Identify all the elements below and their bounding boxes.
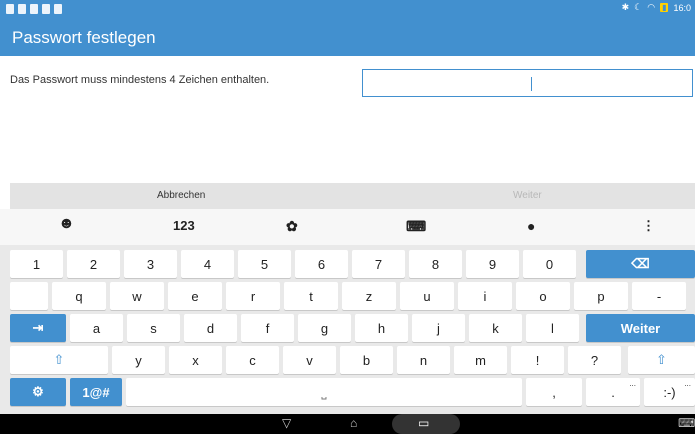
- notification-icon: [6, 4, 14, 14]
- on-screen-keyboard: ☻ 123 ✿ ⌨ ● ⋮ 1234567890qwertzuiop-asdfg…: [0, 209, 695, 414]
- next-button[interactable]: Weiter: [513, 190, 542, 201]
- key-d[interactable]: d: [184, 314, 237, 342]
- phone-icon: [42, 4, 50, 14]
- keyboard-toolbar: ☻ 123 ✿ ⌨ ● ⋮: [0, 209, 695, 245]
- status-icons-right: ✱ ☾ ◠ ▮ 16:0: [622, 2, 691, 13]
- key-4[interactable]: 4: [181, 250, 234, 278]
- bluetooth-icon: ✱: [621, 2, 630, 12]
- sd-card-icon: [54, 4, 62, 14]
- smiley-label: :-): [663, 384, 676, 400]
- action-bar: Abbrechen Weiter: [10, 183, 695, 209]
- password-input[interactable]: [362, 69, 693, 97]
- key-p[interactable]: p: [574, 282, 628, 310]
- key-dash[interactable]: -: [632, 282, 686, 310]
- key-i[interactable]: i: [458, 282, 512, 310]
- key-2[interactable]: 2: [67, 250, 120, 278]
- microphone-icon[interactable]: ●: [527, 218, 535, 234]
- key-b[interactable]: b: [340, 346, 393, 374]
- tab-key[interactable]: ⇥: [10, 314, 66, 342]
- battery-icon: ▮: [660, 3, 669, 12]
- settings-key[interactable]: ⚙: [10, 378, 66, 406]
- key-0[interactable]: 0: [523, 250, 576, 278]
- blank-key[interactable]: [10, 282, 48, 310]
- status-icons-left: [6, 4, 62, 14]
- back-button[interactable]: ▽: [282, 416, 291, 430]
- period-key[interactable]: . ...: [586, 378, 640, 406]
- title-bar: Passwort festlegen: [0, 19, 695, 56]
- palette-icon[interactable]: ✿: [286, 218, 298, 235]
- key-9[interactable]: 9: [466, 250, 519, 278]
- key-exclamation[interactable]: !: [511, 346, 564, 374]
- key-c[interactable]: c: [226, 346, 279, 374]
- status-bar: ✱ ☾ ◠ ▮ 16:0: [0, 0, 695, 19]
- key-5[interactable]: 5: [238, 250, 291, 278]
- key-r[interactable]: r: [226, 282, 280, 310]
- key-w[interactable]: w: [110, 282, 164, 310]
- symbols-key[interactable]: 1@#: [70, 378, 122, 406]
- key-n[interactable]: n: [397, 346, 450, 374]
- notification-icon: [30, 4, 38, 14]
- status-time: 16:0: [673, 2, 691, 13]
- key-v[interactable]: v: [283, 346, 336, 374]
- key-j[interactable]: j: [412, 314, 465, 342]
- key-1[interactable]: 1: [10, 250, 63, 278]
- key-x[interactable]: x: [169, 346, 222, 374]
- key-6[interactable]: 6: [295, 250, 348, 278]
- navigation-bar: ▽ ⌂ ▭ ⌨: [0, 414, 695, 434]
- moon-icon: ☾: [634, 2, 643, 12]
- key-o[interactable]: o: [516, 282, 570, 310]
- key-z[interactable]: z: [342, 282, 396, 310]
- more-options-icon[interactable]: ⋮: [642, 218, 655, 234]
- comma-key[interactable]: ,: [526, 378, 582, 406]
- notification-icon: [18, 4, 26, 14]
- key-l[interactable]: l: [526, 314, 579, 342]
- key-y[interactable]: y: [112, 346, 165, 374]
- key-a[interactable]: a: [70, 314, 123, 342]
- period-hint: ...: [629, 379, 636, 388]
- key-s[interactable]: s: [127, 314, 180, 342]
- key-h[interactable]: h: [355, 314, 408, 342]
- enter-key[interactable]: Weiter: [586, 314, 695, 342]
- smiley-key[interactable]: :-) ...: [644, 378, 695, 406]
- period-label: .: [611, 384, 615, 400]
- shift-key-right[interactable]: ⇧: [628, 346, 695, 374]
- text-caret: [531, 77, 532, 91]
- key-q[interactable]: q: [52, 282, 106, 310]
- page-title: Passwort festlegen: [12, 28, 156, 47]
- recents-button[interactable]: ▭: [418, 416, 429, 430]
- key-g[interactable]: g: [298, 314, 351, 342]
- key-t[interactable]: t: [284, 282, 338, 310]
- shift-key-left[interactable]: ⇧: [10, 346, 108, 374]
- instruction-text: Das Passwort muss mindestens 4 Zeichen e…: [10, 74, 270, 86]
- key-question[interactable]: ?: [568, 346, 621, 374]
- key-m[interactable]: m: [454, 346, 507, 374]
- key-7[interactable]: 7: [352, 250, 405, 278]
- space-key[interactable]: ⎵: [126, 378, 522, 406]
- numbers-button[interactable]: 123: [173, 218, 195, 233]
- key-f[interactable]: f: [241, 314, 294, 342]
- cancel-button[interactable]: Abbrechen: [157, 190, 205, 201]
- home-button[interactable]: ⌂: [350, 416, 357, 430]
- wifi-icon: ◠: [647, 2, 656, 12]
- keyboard-icon[interactable]: ⌨: [406, 218, 426, 235]
- key-8[interactable]: 8: [409, 250, 462, 278]
- backspace-key[interactable]: ⌫: [586, 250, 695, 278]
- key-e[interactable]: e: [168, 282, 222, 310]
- key-u[interactable]: u: [400, 282, 454, 310]
- smiley-hint: ...: [684, 379, 691, 388]
- key-3[interactable]: 3: [124, 250, 177, 278]
- keyboard-switch-button[interactable]: ⌨: [678, 416, 695, 430]
- key-k[interactable]: k: [469, 314, 522, 342]
- emoji-icon[interactable]: ☻: [58, 215, 75, 233]
